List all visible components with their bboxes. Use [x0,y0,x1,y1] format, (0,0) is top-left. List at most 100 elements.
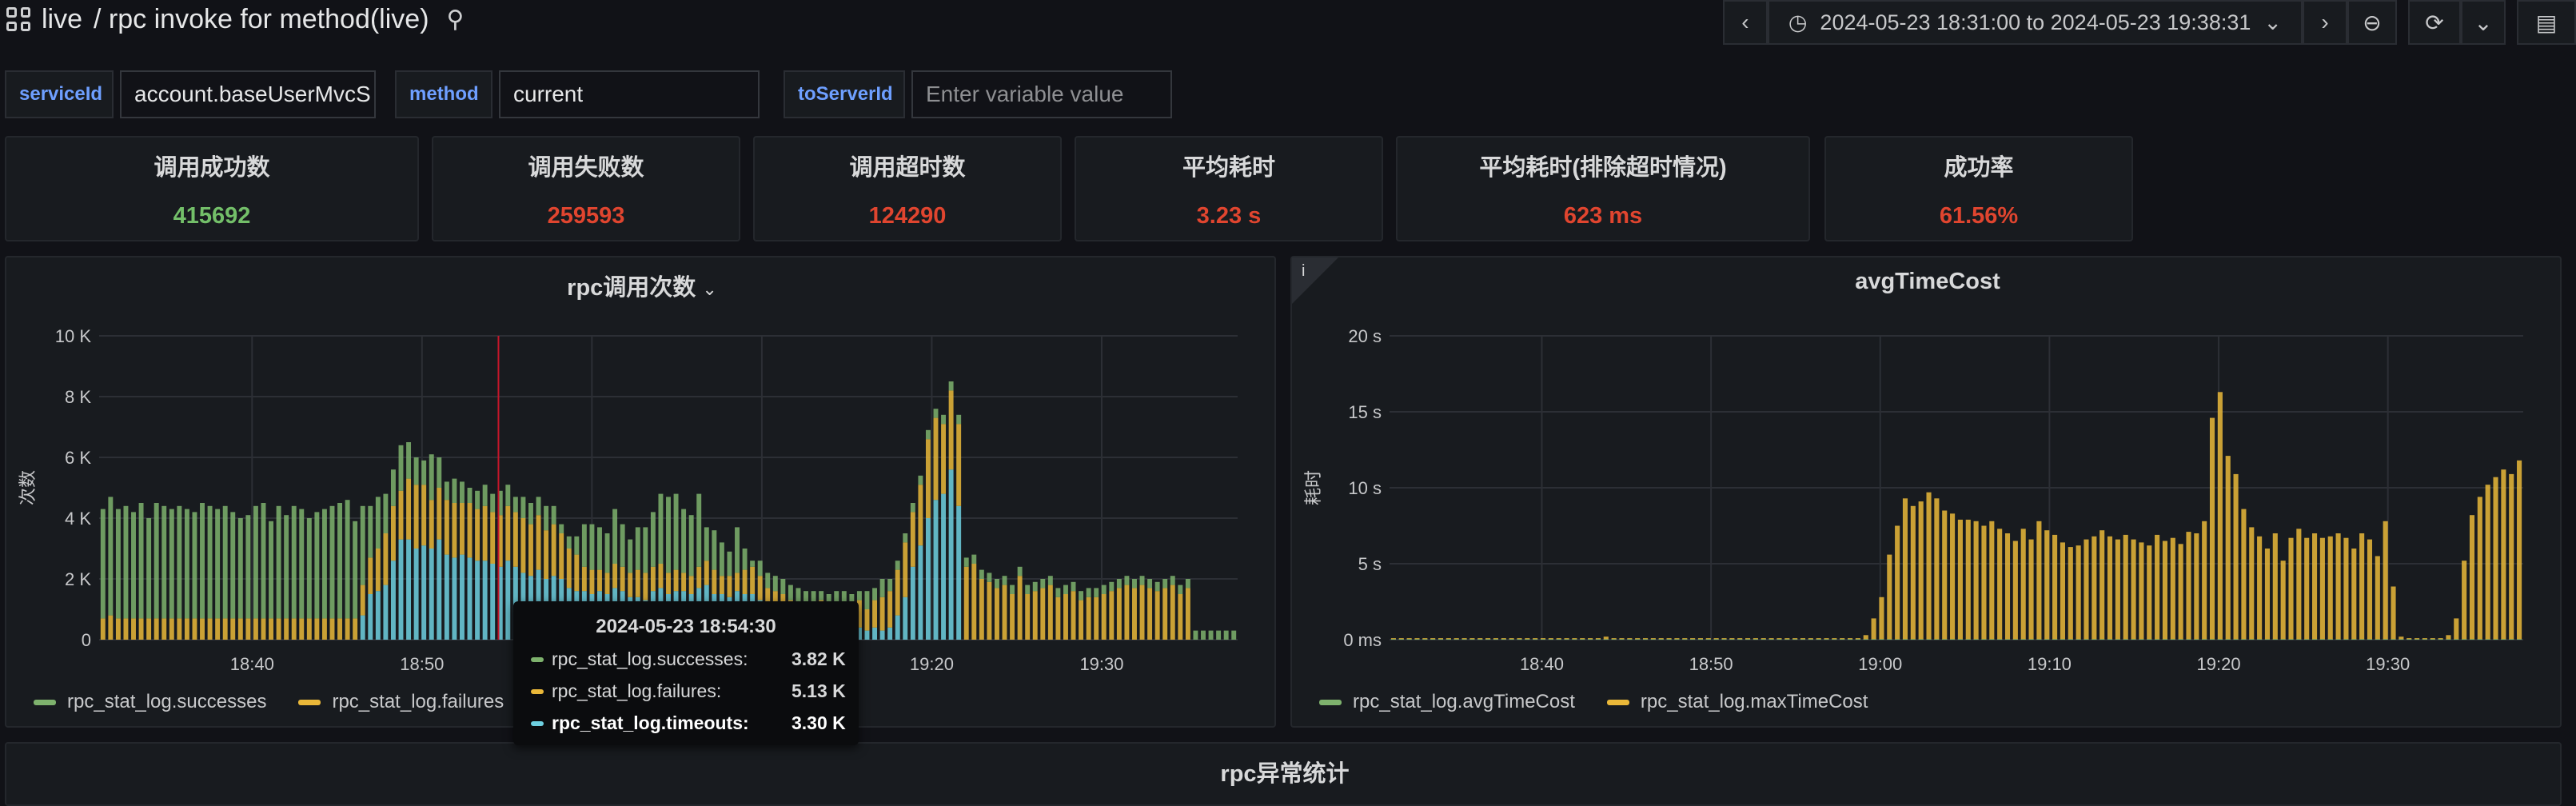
time-range-picker[interactable]: ◷ 2024-05-23 18:31:00 to 2024-05-23 19:3… [1767,0,2303,45]
bar-maxTimeCost [2493,477,2498,640]
bar-avgTimeCost [1682,639,1688,640]
bar-avgTimeCost [1398,639,1404,640]
toserverid-input[interactable]: Enter variable value [911,70,1172,118]
bar-avgTimeCost [1792,639,1798,640]
bar-avgTimeCost [1965,639,1971,640]
bar-maxTimeCost [2335,533,2341,640]
bar-avgTimeCost [2351,639,2357,640]
bar-maxTimeCost [2391,586,2396,640]
avg-time-cost-panel[interactable]: i avgTimeCost 0 ms 5 s 10 s 15 s 20 s 耗时 18:40… [1290,256,2562,728]
refresh-button[interactable]: ⟳ [2408,0,2461,45]
bar-avgTimeCost [2319,639,2325,640]
bar-failures [566,549,572,589]
bar-failures [360,585,365,616]
bar-successes [1025,585,1031,594]
legend-item-avg-time-cost[interactable]: rpc_stat_log.avgTimeCost [1319,691,1575,713]
rpc-exception-panel[interactable]: rpc异常统计 [5,742,2562,806]
chevron-right-icon: › [2321,10,2329,34]
bar-avgTimeCost [1595,639,1601,640]
method-input[interactable]: current [499,70,760,118]
tv-mode-button[interactable]: ▤ [2517,0,2576,45]
stat-panel-timeout-count: 调用超时数 124290 [753,136,1062,241]
bar-avgTimeCost [1556,639,1561,640]
bar-failures [200,618,205,640]
bar-successes [735,527,740,573]
bar-maxTimeCost [1965,519,1971,640]
bar-avgTimeCost [1580,639,1585,640]
bar-failures [100,618,106,640]
legend-item-successes[interactable]: rpc_stat_log.successes [34,691,266,713]
bar-maxTimeCost [2147,545,2152,640]
time-back-button[interactable]: ‹ [1722,0,1768,45]
bar-avgTimeCost [2194,639,2199,640]
legend-item-failures[interactable]: rpc_stat_log.failures [298,691,504,713]
bar-failures [1010,594,1015,640]
bar-timeouts [475,561,481,640]
bar-successes [230,512,236,619]
bar-failures [887,591,893,628]
bar-maxTimeCost [1879,597,1884,640]
bar-maxTimeCost [2155,534,2160,640]
dashboard-title[interactable]: / rpc invoke for method(live) [94,4,429,35]
bar-timeouts [482,561,488,640]
bar-successes [353,521,358,619]
bar-failures [1124,585,1130,640]
bar-avgTimeCost [2422,639,2427,640]
bar-timeouts [383,585,389,640]
avg-time-cost-chart[interactable]: 0 ms 5 s 10 s 15 s 20 s 耗时 18:40 18:50 19:00 19:1… [1292,257,2563,729]
bar-failures [536,515,541,570]
bar-failures [115,618,121,640]
bar-avgTimeCost [1697,639,1704,640]
stat-value: 3.23 s [1196,203,1262,229]
bar-failures [321,618,327,640]
bar-avgTimeCost [2501,639,2506,640]
bar-successes [872,588,878,601]
bar-failures [628,573,633,597]
bar-avgTimeCost [2076,639,2081,640]
serviceid-input[interactable]: account.baseUserMvcS [120,70,376,118]
bar-maxTimeCost [2092,536,2097,640]
share-icon[interactable]: ⚲ [447,6,465,34]
bar-maxTimeCost [2076,545,2081,640]
bar-avgTimeCost [2375,639,2380,640]
bar-successes [895,561,900,570]
bar-avgTimeCost [1863,639,1868,640]
bar-avgTimeCost [1871,639,1876,640]
refresh-interval-dropdown[interactable]: ⌄ [2461,0,2506,45]
bar-avgTimeCost [2036,639,2042,640]
legend-item-max-time-cost[interactable]: rpc_stat_log.maxTimeCost [1606,691,1868,713]
folder-link[interactable]: live [42,4,82,35]
bar-maxTimeCost [1942,510,1948,640]
bar-failures [956,424,962,506]
bar-failures [658,564,664,589]
bar-failures [757,576,763,601]
bar-failures [971,564,977,640]
bar-successes [1139,576,1145,585]
time-forward-button[interactable]: › [2303,0,2347,45]
bar-successes [299,509,305,619]
bar-maxTimeCost [2217,392,2223,640]
bar-successes [536,497,541,516]
bar-avgTimeCost [1840,639,1845,640]
bar-successes [207,505,213,619]
zoom-out-button[interactable]: ⊖ [2347,0,2397,45]
bar-failures [612,564,618,589]
bar-avgTimeCost [1485,639,1491,640]
bar-successes [1223,630,1229,640]
dashboards-grid-icon[interactable] [6,7,30,31]
panel-title: rpc异常统计 [1220,761,1350,787]
bar-successes [1017,566,1023,577]
bar-timeouts [887,627,893,640]
bar-maxTimeCost [2012,541,2018,640]
bar-failures [184,618,189,640]
bar-failures [910,512,915,567]
bar-failures [520,518,526,573]
bar-failures [138,618,144,640]
bar-failures [1109,591,1115,640]
tooltip-row-highlighted: rpc_stat_log.timeouts: 3.30 K [531,712,859,734]
bar-failures [903,542,908,597]
chart-tooltip: 2024-05-23 18:54:30 rpc_stat_log.success… [513,601,859,745]
bar-failures [544,530,549,579]
bar-avgTimeCost [1548,639,1553,640]
bar-failures [666,573,671,594]
